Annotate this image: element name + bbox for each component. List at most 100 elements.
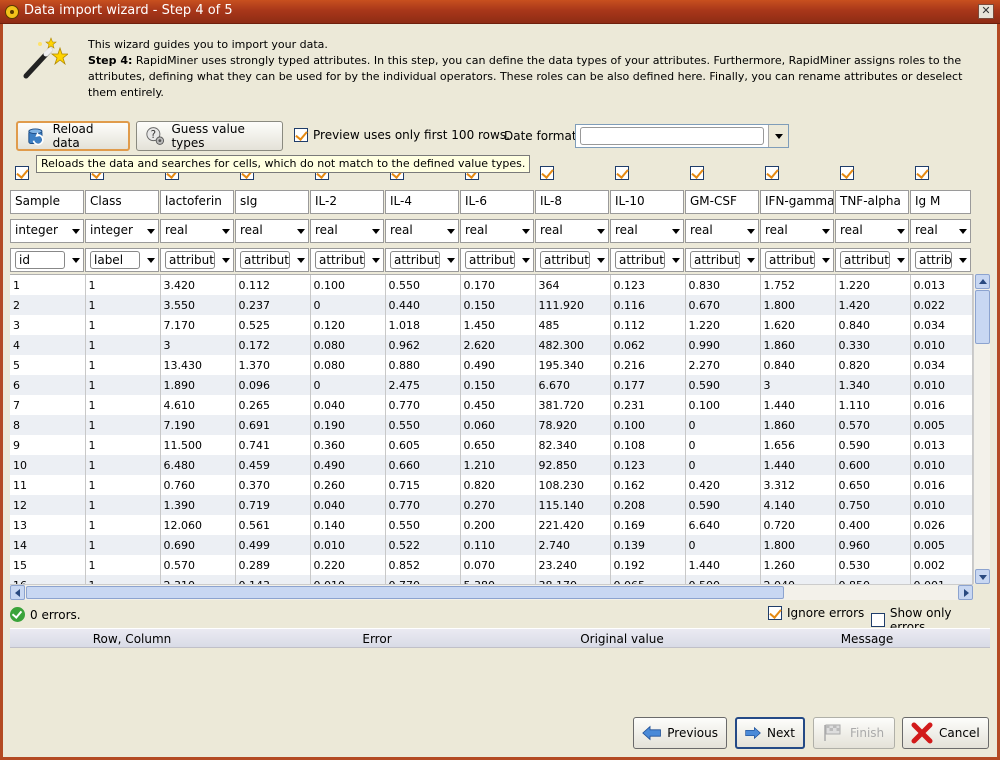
column-include-checkbox[interactable]	[915, 166, 929, 180]
table-cell[interactable]: 0	[685, 535, 761, 555]
column-type-select[interactable]: real	[910, 219, 971, 243]
table-cell[interactable]: 1.752	[760, 275, 836, 295]
table-row[interactable]: 3 1 7.170 0.525 0.120 1.018 1.450 485 0.112 1.220…	[10, 315, 973, 335]
table-cell[interactable]: 2.310	[160, 575, 236, 584]
table-cell[interactable]: 0.010	[310, 535, 386, 555]
table-cell[interactable]: 0.260	[310, 475, 386, 495]
table-cell[interactable]: 1	[85, 375, 161, 395]
table-cell[interactable]: 0.005	[910, 535, 973, 555]
chevron-down-icon[interactable]	[672, 258, 680, 263]
table-cell[interactable]: 3	[10, 315, 86, 335]
column-name-field[interactable]: Ig M	[910, 190, 971, 214]
table-cell[interactable]: 0.330	[835, 335, 911, 355]
table-cell[interactable]: 0.220	[310, 555, 386, 575]
chevron-down-icon[interactable]	[447, 258, 455, 263]
table-cell[interactable]: 0.116	[610, 295, 686, 315]
table-cell[interactable]: 0.605	[385, 435, 461, 455]
table-cell[interactable]: 0	[310, 295, 386, 315]
table-cell[interactable]: 0.770	[385, 495, 461, 515]
col-header-row-column[interactable]: Row, Column	[93, 632, 172, 646]
table-cell[interactable]: 14	[10, 535, 86, 555]
column-role-select[interactable]: attribute	[910, 248, 971, 272]
table-cell[interactable]: 1	[85, 275, 161, 295]
table-cell[interactable]: 0.770	[385, 575, 461, 584]
table-cell[interactable]: 0.192	[610, 555, 686, 575]
table-cell[interactable]: 0.100	[685, 395, 761, 415]
table-cell[interactable]: 6.640	[685, 515, 761, 535]
column-role-value[interactable]: attribute	[690, 251, 740, 269]
table-cell[interactable]: 0	[685, 455, 761, 475]
table-cell[interactable]: 0.770	[385, 395, 461, 415]
table-cell[interactable]: 108.230	[535, 475, 611, 495]
table-cell[interactable]: 0.650	[460, 435, 536, 455]
column-role-value[interactable]: attribute	[840, 251, 890, 269]
table-cell[interactable]: 10	[10, 455, 86, 475]
table-cell[interactable]: 0.490	[460, 355, 536, 375]
table-cell[interactable]: 13	[10, 515, 86, 535]
table-cell[interactable]: 0.370	[235, 475, 311, 495]
table-cell[interactable]: 485	[535, 315, 611, 335]
chevron-down-icon[interactable]	[672, 229, 680, 234]
table-cell[interactable]: 0.123	[610, 275, 686, 295]
table-cell[interactable]: 0.100	[610, 415, 686, 435]
table-cell[interactable]: 1	[85, 355, 161, 375]
table-cell[interactable]: 0.013	[910, 435, 973, 455]
table-cell[interactable]: 16	[10, 575, 86, 584]
table-cell[interactable]: 1.440	[685, 555, 761, 575]
table-cell[interactable]: 0.177	[610, 375, 686, 395]
column-role-value[interactable]: attribute	[315, 251, 365, 269]
table-cell[interactable]: 0.010	[910, 335, 973, 355]
table-cell[interactable]: 4.610	[160, 395, 236, 415]
vertical-scroll-thumb[interactable]	[975, 290, 990, 344]
table-cell[interactable]: 0.062	[610, 335, 686, 355]
table-cell[interactable]: 0.169	[610, 515, 686, 535]
column-name-field[interactable]: Class	[85, 190, 159, 214]
table-cell[interactable]: 0.108	[610, 435, 686, 455]
table-cell[interactable]: 0.522	[385, 535, 461, 555]
column-type-select[interactable]: real	[760, 219, 834, 243]
table-cell[interactable]: 0.440	[385, 295, 461, 315]
table-cell[interactable]: 0.150	[460, 295, 536, 315]
table-cell[interactable]: 1	[85, 435, 161, 455]
table-row[interactable]: 10 1 6.480 0.459 0.490 0.660 1.210 92.850 0.123 0…	[10, 455, 973, 475]
preview-first-100-checkbox[interactable]: Preview uses only first 100 rows.	[294, 128, 510, 142]
column-name-field[interactable]: sIg	[235, 190, 309, 214]
table-cell[interactable]: 8	[10, 415, 86, 435]
column-role-value[interactable]: attribute	[390, 251, 440, 269]
close-window-button[interactable]: ✕	[978, 4, 994, 19]
table-cell[interactable]: 0.499	[235, 535, 311, 555]
column-role-select[interactable]: attribute	[535, 248, 609, 272]
chevron-down-icon[interactable]	[897, 258, 905, 263]
table-cell[interactable]: 0.120	[310, 315, 386, 335]
column-type-select[interactable]: integer	[85, 219, 159, 243]
date-format-combo[interactable]	[575, 124, 789, 148]
table-cell[interactable]: 11	[10, 475, 86, 495]
table-cell[interactable]: 0.231	[610, 395, 686, 415]
column-type-select[interactable]: real	[685, 219, 759, 243]
table-cell[interactable]: 115.140	[535, 495, 611, 515]
table-cell[interactable]: 0.450	[460, 395, 536, 415]
table-cell[interactable]: 482.300	[535, 335, 611, 355]
table-cell[interactable]: 0.200	[460, 515, 536, 535]
table-cell[interactable]: 0.719	[235, 495, 311, 515]
column-role-select[interactable]: attribute	[685, 248, 759, 272]
scroll-right-button[interactable]	[958, 585, 973, 600]
chevron-down-icon[interactable]	[768, 125, 788, 147]
table-cell[interactable]: 0.110	[460, 535, 536, 555]
column-type-select[interactable]: real	[535, 219, 609, 243]
table-cell[interactable]: 7	[10, 395, 86, 415]
column-role-value[interactable]: attribute	[615, 251, 665, 269]
column-include-checkbox[interactable]	[615, 166, 629, 180]
table-cell[interactable]: 2.475	[385, 375, 461, 395]
table-cell[interactable]: 0.162	[610, 475, 686, 495]
table-cell[interactable]: 1	[85, 495, 161, 515]
table-cell[interactable]: 0.561	[235, 515, 311, 535]
table-row[interactable]: 2 1 3.550 0.237 0 0.440 0.150 111.920 0.116 0.670…	[10, 295, 973, 315]
table-cell[interactable]: 0.840	[835, 315, 911, 335]
column-role-select[interactable]: attribute	[235, 248, 309, 272]
table-cell[interactable]: 0.040	[310, 495, 386, 515]
table-cell[interactable]: 9	[10, 435, 86, 455]
table-cell[interactable]: 7.190	[160, 415, 236, 435]
column-role-value[interactable]: label	[90, 251, 140, 269]
table-cell[interactable]: 11.500	[160, 435, 236, 455]
